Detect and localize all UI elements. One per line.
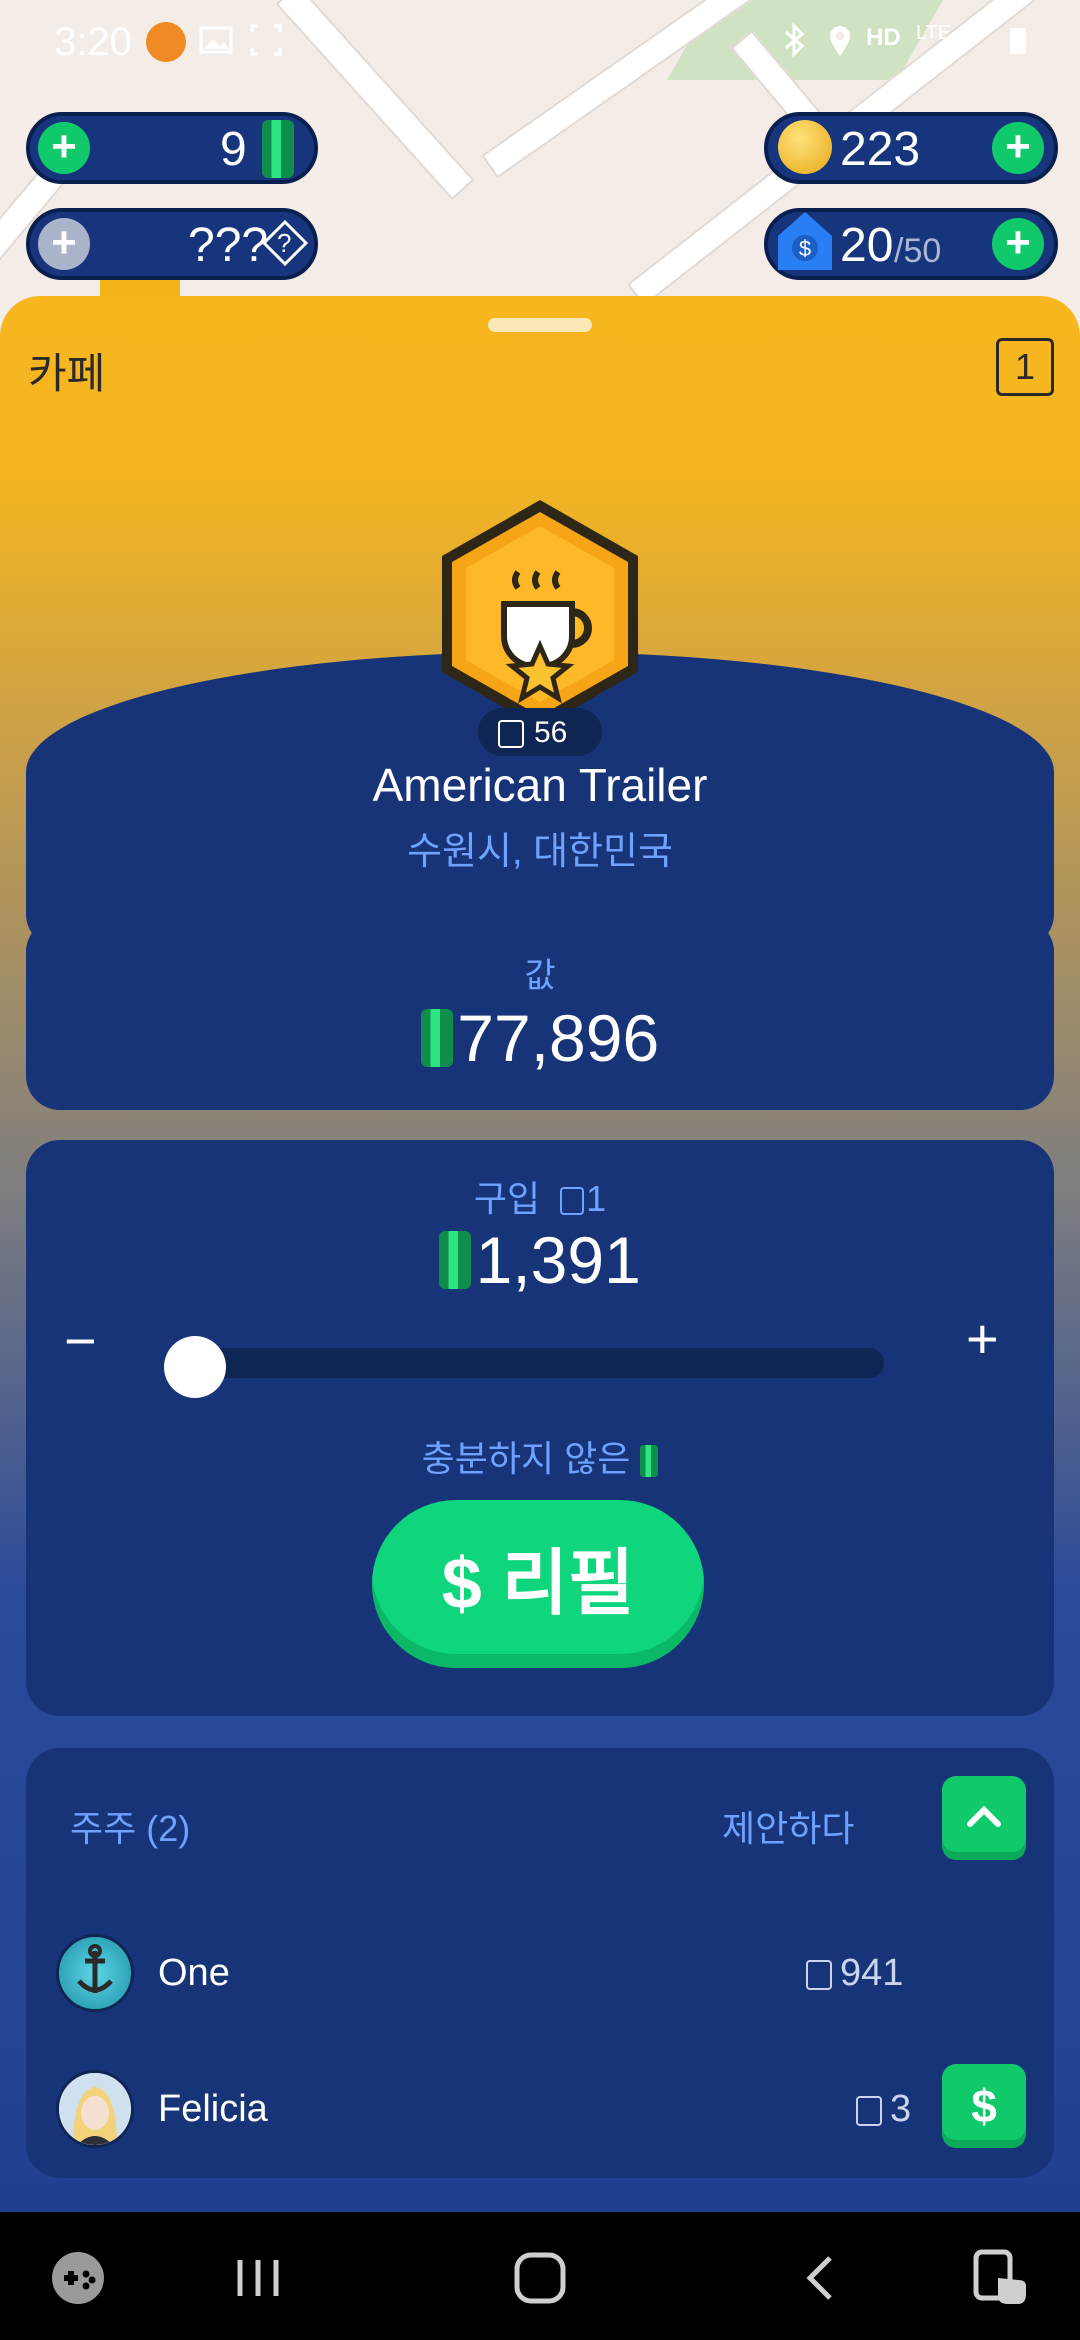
- business-location: 수원시, 대한민국: [407, 831, 673, 873]
- recent-apps-icon[interactable]: [234, 2256, 282, 2300]
- refill-button[interactable]: $ 리필: [372, 1500, 704, 1668]
- avatar: [56, 1934, 134, 2012]
- touch-protection-icon[interactable]: [970, 2248, 1030, 2308]
- question-badge-icon: ?: [260, 218, 310, 268]
- chevron-up-icon: [967, 1805, 1001, 1827]
- bluetooth-icon: [776, 22, 816, 62]
- purchase-share-count: 1: [586, 1178, 607, 1219]
- shareholder-shares: 941: [806, 1952, 903, 1995]
- shareholders-title: 주주 (2): [70, 1808, 191, 1849]
- sheet-drag-handle[interactable]: [488, 318, 592, 332]
- music-app-icon: [146, 22, 186, 62]
- unknown-value: ???: [188, 219, 269, 272]
- navigation-bar: [0, 2212, 1080, 2340]
- purchase-header: 구입 1: [0, 1170, 1080, 1222]
- shareholder-name: Felicia: [158, 2088, 268, 2130]
- question-badge-text: ?: [277, 228, 292, 258]
- shares-card-icon: [856, 2095, 882, 2126]
- purchase-price-row: 1,391: [0, 1222, 1080, 1298]
- status-bar: 3:20 HD LTE: [0, 0, 1080, 84]
- cash-value: 9: [220, 123, 247, 176]
- property-house-icon: $: [776, 210, 834, 272]
- cafe-icon: [432, 496, 648, 732]
- purchase-shares-icon: [560, 1187, 585, 1216]
- value-amount-row: 77,896: [0, 1000, 1080, 1076]
- purchase-label: 구입: [473, 1178, 541, 1219]
- value-amount: 77,896: [457, 1001, 660, 1075]
- lte-indicator: LTE: [916, 22, 952, 44]
- shareholder-row[interactable]: Felicia 3 $: [26, 2052, 1054, 2162]
- properties-pill: $ 20 /50 +: [764, 208, 1058, 280]
- increase-button[interactable]: +: [966, 1306, 999, 1371]
- shareholder-share-count: 3: [890, 2088, 912, 2130]
- cash-icon: [262, 120, 294, 178]
- badge-count: 56: [534, 716, 568, 749]
- buy-shares-button[interactable]: $: [942, 2064, 1026, 2148]
- svg-text:$: $: [799, 236, 811, 261]
- hd-indicator: HD: [866, 24, 901, 51]
- shares-card-icon: [806, 1959, 832, 1990]
- avatar: [56, 2070, 134, 2148]
- coins-value: 223: [840, 123, 921, 176]
- screenshot-icon: [248, 22, 288, 62]
- shareholder-name: One: [158, 1952, 230, 1994]
- game-tools-icon[interactable]: [50, 2250, 106, 2306]
- coin-icon: [778, 120, 832, 174]
- unknown-pill: + ??? ?: [26, 208, 318, 280]
- shareholder-share-count: 941: [840, 1952, 904, 1994]
- add-cash-button[interactable]: +: [38, 122, 90, 174]
- cash-pill: + 9: [26, 112, 318, 184]
- coins-pill: 223 +: [764, 112, 1058, 184]
- add-properties-button[interactable]: +: [992, 218, 1044, 270]
- add-coins-button[interactable]: +: [992, 122, 1044, 174]
- purchase-slider-track[interactable]: [164, 1348, 884, 1378]
- insufficient-text: 충분하지 않은: [421, 1438, 631, 1479]
- location-icon: [822, 22, 862, 62]
- status-time: 3:20: [54, 20, 132, 64]
- level-badge[interactable]: 1: [996, 338, 1054, 396]
- decrease-button[interactable]: −: [64, 1308, 97, 1373]
- properties-value: 20: [840, 219, 894, 272]
- purchase-price: 1,391: [475, 1223, 641, 1297]
- business-name: American Trailer: [372, 759, 708, 811]
- purchase-slider-handle[interactable]: [164, 1336, 226, 1398]
- battery-icon: [1000, 22, 1040, 62]
- collapse-button[interactable]: [942, 1776, 1026, 1860]
- home-icon[interactable]: [512, 2252, 568, 2304]
- offer-button[interactable]: 제안하다: [722, 1800, 854, 1852]
- shareholder-row[interactable]: One 941: [26, 1916, 1054, 2026]
- gallery-icon: [198, 22, 238, 62]
- cash-icon: [439, 1231, 472, 1289]
- insufficient-row: 충분하지 않은: [0, 1430, 1080, 1482]
- value-label: 값: [524, 957, 556, 995]
- cash-icon: [640, 1445, 659, 1478]
- properties-max: /50: [894, 232, 942, 270]
- shares-badge: 56: [478, 708, 602, 756]
- sheet-title: 카페: [28, 350, 106, 397]
- add-unknown-button[interactable]: +: [38, 218, 90, 270]
- venue-sheet: 카페 1 56 American Trailer 수원시, 대한민국 값 77,…: [0, 296, 1080, 2216]
- cash-icon: [420, 1009, 453, 1067]
- back-icon[interactable]: [800, 2254, 840, 2302]
- shares-card-icon: [498, 720, 524, 748]
- shareholder-shares: 3: [856, 2088, 911, 2131]
